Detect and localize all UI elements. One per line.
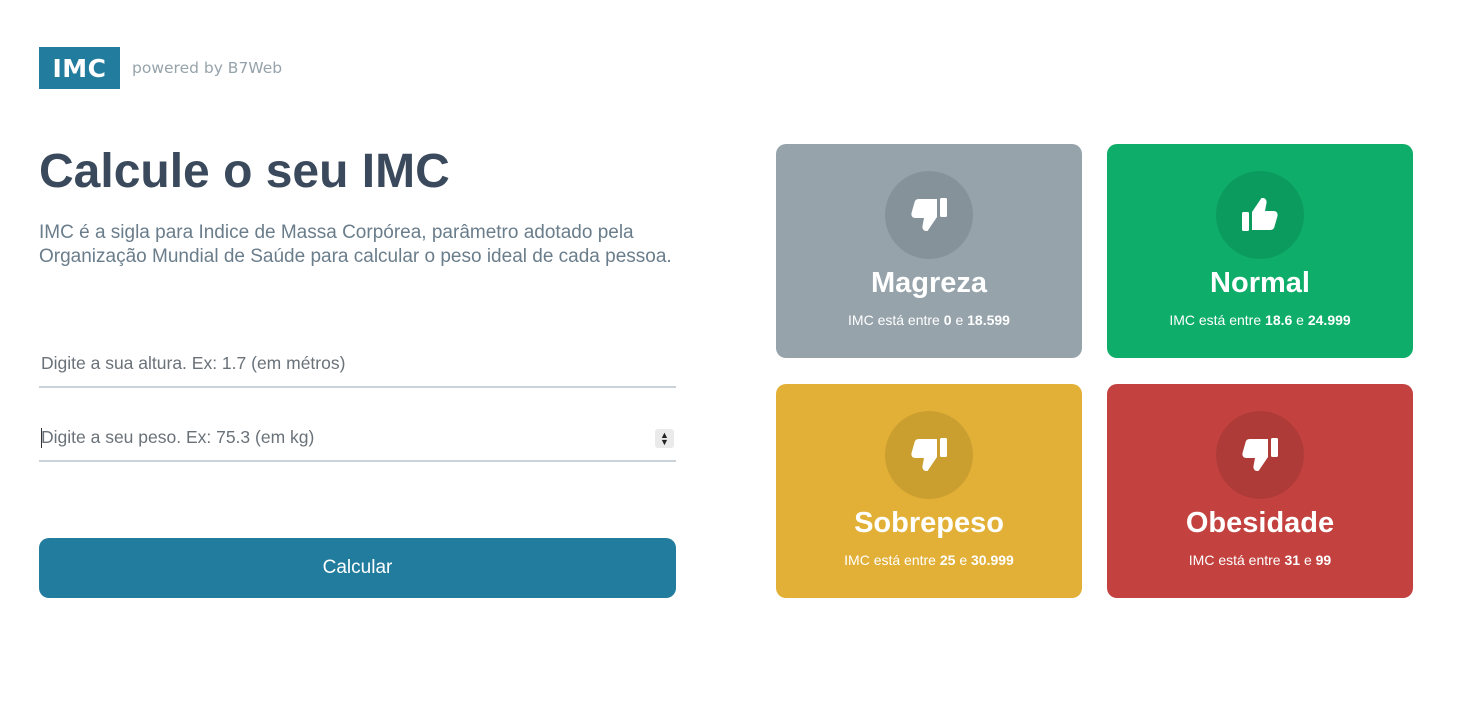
header: IMC powered by B7Web xyxy=(39,47,282,89)
range-max: 18.599 xyxy=(967,312,1010,328)
thumbs-down-icon xyxy=(1242,438,1278,471)
page-title: Calcule o seu IMC xyxy=(39,145,450,198)
powered-by-text: powered by B7Web xyxy=(132,59,283,77)
level-card-normal: Normal IMC está entre 18.6 e 24.999 xyxy=(1107,144,1413,358)
thumbs-down-icon xyxy=(911,438,947,471)
range-min: 0 xyxy=(943,312,952,328)
range-prefix: IMC está entre xyxy=(848,312,940,328)
range-sep: e xyxy=(955,312,964,328)
range-sep: e xyxy=(1303,552,1312,568)
weight-field: ▲ ▼ xyxy=(39,414,676,462)
icon-circle xyxy=(885,171,973,259)
range-max: 99 xyxy=(1315,552,1332,568)
imc-levels-grid: Magreza IMC está entre 0 e 18.599 Normal… xyxy=(776,144,1414,598)
text-cursor xyxy=(41,428,42,448)
level-range: IMC está entre 18.6 e 24.999 xyxy=(1107,311,1413,329)
level-title: Normal xyxy=(1210,267,1310,299)
spin-down-icon[interactable]: ▼ xyxy=(660,437,669,446)
weight-input[interactable] xyxy=(39,426,676,448)
range-min: 18.6 xyxy=(1265,312,1293,328)
height-input[interactable] xyxy=(39,352,676,374)
calculate-button[interactable]: Calcular xyxy=(39,538,676,598)
range-min: 25 xyxy=(939,552,956,568)
level-card-magreza: Magreza IMC está entre 0 e 18.599 xyxy=(776,144,1082,358)
level-card-obesidade: Obesidade IMC está entre 31 e 99 xyxy=(1107,384,1413,598)
number-spinner[interactable]: ▲ ▼ xyxy=(655,429,674,448)
level-range: IMC está entre 0 e 18.599 xyxy=(776,311,1082,329)
range-sep: e xyxy=(959,552,968,568)
calculator-section: Calcule o seu IMC IMC é a sigla para Ind… xyxy=(39,140,676,598)
level-title: Magreza xyxy=(870,267,988,299)
thumbs-up-icon xyxy=(1242,198,1278,231)
level-range: IMC está entre 31 e 99 xyxy=(1107,551,1413,569)
range-max: 24.999 xyxy=(1307,312,1351,328)
range-max: 30.999 xyxy=(971,552,1014,568)
icon-circle xyxy=(1216,171,1304,259)
icon-circle xyxy=(1216,411,1304,499)
range-prefix: IMC está entre xyxy=(1188,552,1281,568)
height-field xyxy=(39,340,676,388)
level-title: Sobrepeso xyxy=(854,507,1004,539)
range-prefix: IMC está entre xyxy=(1169,312,1262,328)
page-description: IMC é a sigla para Indice de Massa Corpó… xyxy=(39,222,672,267)
range-min: 31 xyxy=(1284,552,1301,568)
range-prefix: IMC está entre xyxy=(844,552,936,568)
thumbs-down-icon xyxy=(911,198,947,231)
level-card-sobrepeso: Sobrepeso IMC está entre 25 e 30.999 xyxy=(776,384,1082,598)
level-title: Obesidade xyxy=(1185,507,1335,539)
icon-circle xyxy=(885,411,973,499)
level-range: IMC está entre 25 e 30.999 xyxy=(776,551,1082,569)
imc-logo: IMC xyxy=(39,47,120,89)
range-sep: e xyxy=(1296,312,1304,328)
